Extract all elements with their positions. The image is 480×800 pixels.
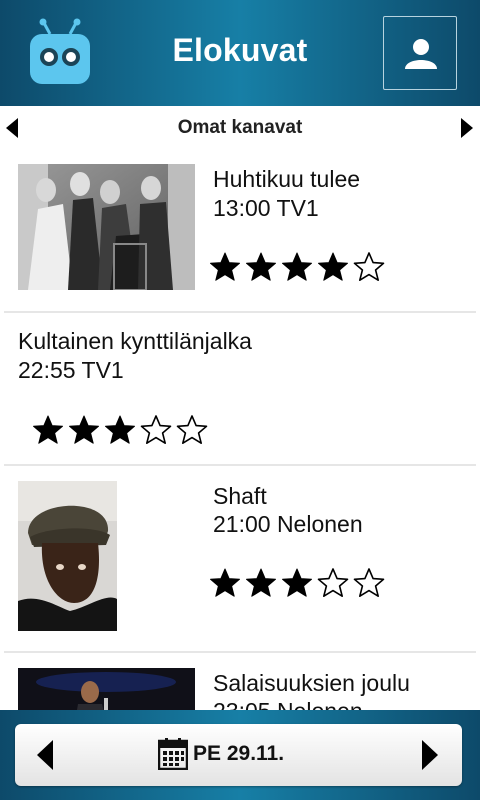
list-item[interactable]: Kultainen kynttilänjalka 22:55 TV1	[0, 312, 480, 466]
movie-time-channel: 22:55 TV1	[18, 357, 124, 383]
movie-poster	[18, 668, 195, 710]
movie-time-channel: 23:05 Nelonen	[213, 698, 363, 710]
star-empty-icon	[140, 415, 172, 444]
star-filled-icon	[318, 252, 348, 281]
movie-title: Shaft	[213, 483, 267, 509]
star-filled-icon	[246, 252, 276, 281]
list-item[interactable]: Huhtikuu tulee 13:00 TV1	[0, 150, 480, 313]
date-selector[interactable]: PE 29.11.	[15, 724, 462, 786]
star-filled-icon	[246, 568, 276, 597]
list-item[interactable]: Salaisuuksien joulu 23:05 Nelonen	[0, 652, 480, 710]
movie-time-channel: 13:00 TV1	[213, 195, 319, 221]
movie-title: Kultainen kynttilänjalka	[18, 328, 252, 354]
rating-stars	[209, 567, 385, 599]
star-filled-icon	[282, 568, 312, 597]
rating-stars	[32, 414, 208, 446]
user-icon	[405, 39, 437, 69]
star-filled-icon	[105, 415, 135, 444]
movie-list: Huhtikuu tulee 13:00 TV1 Kultainen kyntt…	[0, 150, 480, 710]
star-empty-icon	[317, 568, 349, 597]
star-filled-icon	[210, 252, 240, 281]
movie-poster	[18, 164, 195, 290]
app-header: Elokuvat	[0, 0, 480, 106]
triangle-left-icon[interactable]	[37, 740, 53, 770]
movie-title: Huhtikuu tulee	[213, 166, 361, 192]
triangle-right-icon[interactable]	[461, 118, 473, 138]
star-filled-icon	[33, 415, 63, 444]
movie-time-channel: 21:00 Nelonen	[213, 511, 363, 537]
channel-nav: Omat kanavat	[0, 106, 480, 150]
calendar-icon	[158, 738, 188, 770]
date-label: PE 29.11.	[193, 742, 285, 765]
triangle-right-icon[interactable]	[422, 740, 438, 770]
rating-stars	[209, 251, 385, 283]
list-item[interactable]: Shaft 21:00 Nelonen	[0, 465, 480, 653]
profile-button[interactable]	[383, 16, 457, 90]
star-filled-icon	[210, 568, 240, 597]
movie-title: Salaisuuksien joulu	[213, 670, 410, 696]
star-empty-icon	[353, 252, 385, 281]
star-filled-icon	[282, 252, 312, 281]
star-filled-icon	[69, 415, 99, 444]
star-empty-icon	[353, 568, 385, 597]
star-empty-icon	[176, 415, 208, 444]
footer-bar: PE 29.11.	[0, 710, 480, 800]
channel-group-label: Omat kanavat	[177, 117, 303, 138]
movie-poster	[18, 481, 117, 631]
